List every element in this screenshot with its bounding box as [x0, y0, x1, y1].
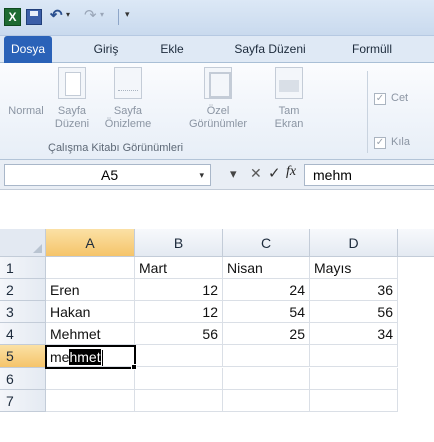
save-icon[interactable] [26, 9, 42, 25]
cell-a2[interactable]: Eren [46, 279, 135, 301]
formula-input[interactable]: mehm [304, 164, 434, 186]
tab-page-layout[interactable]: Sayfa Düzeni [214, 36, 326, 63]
cell-d4[interactable]: 34 [310, 323, 398, 345]
column-header-a[interactable]: A [46, 229, 135, 257]
row-header-6[interactable]: 6 [0, 368, 46, 390]
button-label: Normal [8, 105, 44, 117]
gridlines-checkbox[interactable]: ✓ [374, 137, 386, 149]
cell-b2[interactable]: 12 [135, 279, 223, 301]
undo-icon[interactable]: ↶ [50, 6, 63, 26]
cell-d6[interactable] [310, 368, 398, 390]
row-header-5[interactable]: 5 [0, 345, 46, 368]
custom-views-button[interactable]: Özel Görünümler [176, 67, 260, 131]
customize-toolbar-icon[interactable]: ▾ [125, 9, 130, 29]
page-break-preview-button[interactable]: Sayfa Önizleme [96, 67, 160, 131]
column-header-e[interactable] [398, 229, 434, 257]
tab-file[interactable]: Dosya [4, 36, 52, 63]
button-label: Özel [206, 105, 230, 117]
ruler-checkbox-label: Cet [391, 92, 409, 104]
cell-d1[interactable]: Mayıs [310, 257, 398, 279]
name-box-dropdown-icon[interactable]: ▾ [199, 165, 204, 185]
row-header-2[interactable]: 2 [0, 279, 46, 301]
row-header-7[interactable]: 7 [0, 390, 46, 412]
row-header-3[interactable]: 3 [0, 301, 46, 323]
page-layout-view-button[interactable]: Sayfa Düzeni [48, 67, 96, 131]
autocomplete-suggestion: hmet [69, 349, 101, 365]
cell-c5[interactable] [223, 345, 310, 367]
excel-logo-icon[interactable]: X [4, 8, 21, 26]
cell-d3[interactable]: 56 [310, 301, 398, 323]
full-screen-button[interactable]: Tam Ekran [262, 67, 316, 131]
cell-c3[interactable]: 54 [223, 301, 310, 323]
button-label: Önizleme [104, 118, 152, 130]
ruler-checkbox[interactable]: ✓ [374, 93, 386, 105]
button-label: Sayfa [113, 105, 143, 117]
cell-c1[interactable]: Nisan [223, 257, 310, 279]
column-header-d[interactable]: D [310, 229, 398, 257]
row-header-4[interactable]: 4 [0, 323, 46, 345]
normal-view-button[interactable]: Normal [4, 67, 48, 328]
custom-views-icon [204, 67, 232, 99]
name-box-value: A5 [101, 167, 119, 183]
redo-icon[interactable]: ↷ [84, 6, 97, 26]
cell-a1[interactable] [46, 257, 135, 279]
fill-handle[interactable] [131, 364, 137, 370]
enter-icon[interactable]: ✓ [268, 164, 281, 182]
name-box[interactable]: A5 ▾ [4, 164, 211, 186]
button-label: Sayfa [57, 105, 87, 117]
tab-insert[interactable]: Ekle [150, 36, 194, 63]
typed-text: me [50, 349, 70, 365]
page-layout-icon [58, 67, 86, 99]
insert-function-icon[interactable]: fx [286, 164, 296, 180]
cell-b7[interactable] [135, 390, 223, 412]
cell-b5[interactable] [135, 345, 223, 367]
tab-formulas[interactable]: Formüll [352, 36, 434, 63]
button-label: Düzeni [54, 118, 90, 130]
group-separator [367, 71, 368, 153]
button-label: Görünümler [188, 118, 248, 130]
text-caret [101, 350, 103, 367]
cell-d5[interactable] [310, 345, 398, 367]
cell-a6[interactable] [46, 368, 135, 390]
ribbon-view-panel: Normal Sayfa Düzeni Sayfa Önizleme Özel … [0, 63, 434, 328]
full-screen-icon [275, 67, 303, 99]
cell-d2[interactable]: 36 [310, 279, 398, 301]
button-label: Tam [278, 105, 300, 117]
cell-c7[interactable] [223, 390, 310, 412]
cell-b3[interactable]: 12 [135, 301, 223, 323]
cell-c4[interactable]: 25 [223, 323, 310, 345]
undo-dropdown-icon[interactable]: ▾ [66, 10, 70, 19]
cell-d7[interactable] [310, 390, 398, 412]
toolbar-separator [118, 9, 119, 25]
tab-home[interactable]: Giriş [80, 36, 132, 63]
cancel-icon[interactable]: ✕ [250, 165, 262, 182]
cell-b6[interactable] [135, 368, 223, 390]
ribbon-tabs: Dosya Giriş Ekle Sayfa Düzeni Formüll [0, 36, 434, 63]
cell-b1[interactable]: Mart [135, 257, 223, 279]
cell-a7[interactable] [46, 390, 135, 412]
cell-c2[interactable]: 24 [223, 279, 310, 301]
formula-bar: A5 ▾ ▾ ✕ ✓ fx mehm [0, 160, 434, 190]
gridlines-checkbox-label: Kıla [391, 136, 410, 148]
column-header-c[interactable]: C [223, 229, 310, 257]
select-all-corner[interactable] [0, 229, 46, 257]
cell-a4[interactable]: Mehmet [46, 323, 135, 345]
cell-a3[interactable]: Hakan [46, 301, 135, 323]
cell-c6[interactable] [223, 368, 310, 390]
cell-edit-text[interactable]: mehmet [50, 347, 103, 367]
column-header-b[interactable]: B [135, 229, 223, 257]
page-break-preview-icon [114, 67, 142, 99]
redo-dropdown-icon[interactable]: ▾ [100, 10, 104, 19]
button-label: Ekran [274, 118, 304, 130]
row-header-1[interactable]: 1 [0, 257, 46, 279]
cell-b4[interactable]: 56 [135, 323, 223, 345]
title-bar: X ↶ ▾ ↷ ▾ ▾ [0, 0, 434, 36]
insert-function-dropdown-icon[interactable]: ▾ [230, 166, 237, 182]
group-label: Çalışma Kitabı Görünümleri [48, 142, 184, 154]
